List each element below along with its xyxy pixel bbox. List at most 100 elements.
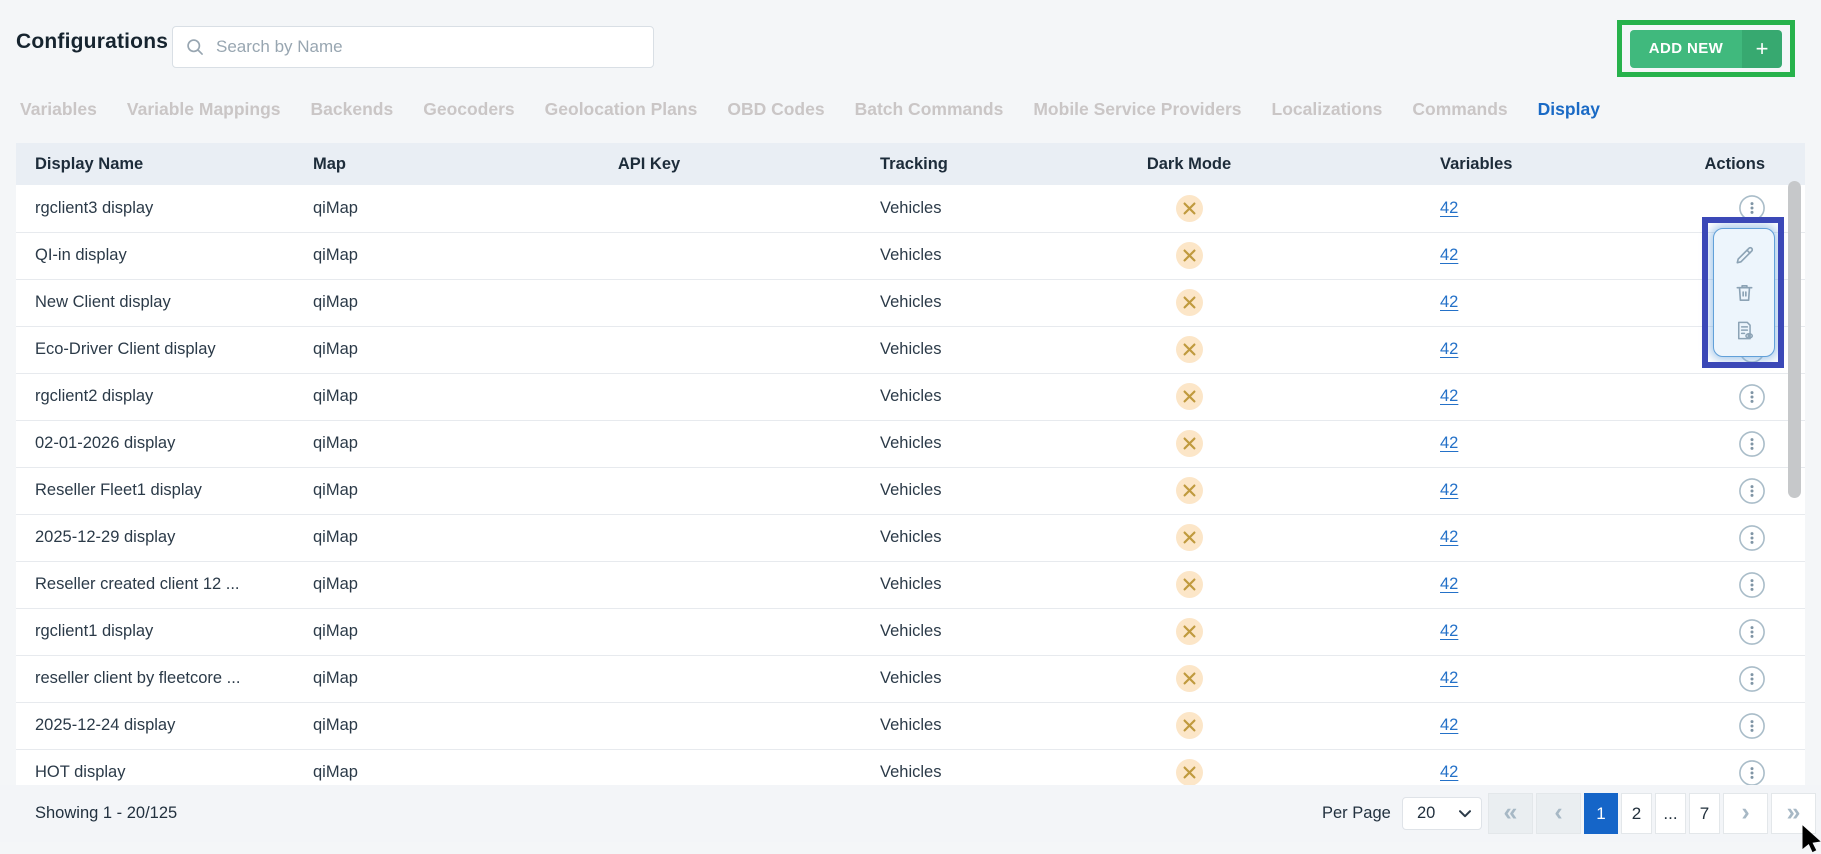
dark-mode-cell [1054,749,1324,785]
page-number-button[interactable]: 7 [1689,793,1720,834]
column-header-variables: Variables [1324,143,1564,185]
tab[interactable]: Variables [20,99,97,120]
dark-mode-cell [1054,373,1324,421]
per-page-select[interactable]: 20 [1402,797,1482,830]
api-key-cell [484,702,814,750]
dark-mode-off-icon [1175,336,1203,363]
map-cell: qiMap [294,655,484,703]
add-new-button[interactable]: ADD NEW + [1630,29,1782,68]
page-number-button[interactable]: 2 [1621,793,1652,834]
column-header-tracking: Tracking [814,143,1054,185]
document-eye-icon [1733,321,1756,346]
dark-mode-cell [1054,420,1324,468]
page-title: Configurations [16,30,169,53]
variables-count-link[interactable]: 42 [1440,622,1458,640]
table-row: 02-01-2026 display qiMap Vehicles 42 [16,420,1805,468]
row-actions-kebab-icon[interactable] [1739,618,1765,645]
display-name-cell: 2025-12-29 display [16,514,294,562]
variables-count-link[interactable]: 42 [1440,293,1458,311]
map-cell: qiMap [294,373,484,421]
display-name-cell: 2025-12-24 display [16,702,294,750]
tab[interactable]: Display [1538,99,1600,120]
dark-mode-off-icon [1175,477,1203,504]
tab[interactable]: Batch Commands [855,99,1004,120]
api-key-cell [484,608,814,656]
map-cell: qiMap [294,749,484,785]
variables-count-link[interactable]: 42 [1440,528,1458,546]
table-row: New Client display qiMap Vehicles 42 [16,279,1805,327]
row-actions-kebab-icon[interactable] [1739,195,1765,222]
tab[interactable]: OBD Codes [727,99,824,120]
variables-count-link[interactable]: 42 [1440,340,1458,358]
variables-count-link[interactable]: 42 [1440,763,1458,781]
delete-button[interactable] [1733,281,1756,304]
column-header-api-key: API Key [484,143,814,185]
variables-count-link[interactable]: 42 [1440,387,1458,405]
table-row: 2025-12-24 display qiMap Vehicles 42 [16,702,1805,750]
api-key-cell [484,326,814,374]
variables-count-link[interactable]: 42 [1440,575,1458,593]
add-new-label: ADD NEW [1630,29,1742,68]
dark-mode-off-icon [1175,242,1203,269]
dark-mode-cell [1054,185,1324,233]
variables-count-link[interactable]: 42 [1440,246,1458,264]
api-key-cell [484,467,814,515]
row-actions-kebab-icon[interactable] [1739,430,1765,457]
row-actions-menu [1713,228,1775,357]
api-key-cell [484,561,814,609]
dark-mode-off-icon [1175,618,1203,645]
tracking-cell: Vehicles [814,514,1054,562]
dark-mode-cell [1054,279,1324,327]
page-number-button[interactable]: 1 [1584,793,1618,834]
row-actions-kebab-icon[interactable] [1739,759,1765,785]
table-row: rgclient3 display qiMap Vehicles 42 [16,185,1805,233]
tab[interactable]: Localizations [1272,99,1383,120]
variables-count-link[interactable]: 42 [1440,669,1458,687]
row-actions-kebab-icon[interactable] [1739,383,1765,410]
api-key-cell [484,185,814,233]
dark-mode-off-icon [1175,712,1203,739]
first-page-button[interactable]: « [1488,793,1533,834]
pencil-icon [1733,246,1756,271]
table-row: Eco-Driver Client display qiMap Vehicles… [16,326,1805,374]
view-details-button[interactable] [1733,319,1756,342]
tab[interactable]: Commands [1412,99,1507,120]
page-number-button[interactable]: ... [1655,793,1686,834]
vertical-scrollbar-thumb[interactable] [1788,181,1801,498]
tab[interactable]: Mobile Service Providers [1033,99,1241,120]
row-actions-kebab-icon[interactable] [1739,477,1765,504]
row-actions-kebab-icon[interactable] [1739,712,1765,739]
display-name-cell: QI-in display [16,232,294,280]
search-box [172,26,654,68]
map-cell: qiMap [294,232,484,280]
search-input[interactable] [216,37,641,57]
dark-mode-cell [1054,514,1324,562]
tab[interactable]: Geolocation Plans [545,99,698,120]
table-header-row: Display Name Map API Key Tracking Dark M… [16,143,1805,185]
dark-mode-off-icon [1175,759,1203,785]
variables-count-link[interactable]: 42 [1440,434,1458,452]
row-actions-kebab-icon[interactable] [1739,524,1765,551]
row-actions-kebab-icon[interactable] [1739,571,1765,598]
next-page-button[interactable]: › [1723,793,1768,834]
map-cell: qiMap [294,326,484,374]
previous-page-button[interactable]: ‹ [1536,793,1581,834]
tracking-cell: Vehicles [814,232,1054,280]
display-name-cell: 02-01-2026 display [16,420,294,468]
variables-count-link[interactable]: 42 [1440,716,1458,734]
map-cell: qiMap [294,467,484,515]
display-name-cell: rgclient3 display [16,185,294,233]
variables-count-link[interactable]: 42 [1440,199,1458,217]
variables-count-link[interactable]: 42 [1440,481,1458,499]
api-key-cell [484,514,814,562]
dark-mode-cell [1054,561,1324,609]
tracking-cell: Vehicles [814,326,1054,374]
tab[interactable]: Geocoders [423,99,514,120]
tab[interactable]: Variable Mappings [127,99,281,120]
showing-range-text: Showing 1 - 20/125 [35,804,178,822]
edit-button[interactable] [1733,244,1756,267]
tab[interactable]: Backends [311,99,394,120]
tracking-cell: Vehicles [814,655,1054,703]
dark-mode-cell [1054,467,1324,515]
row-actions-kebab-icon[interactable] [1739,665,1765,692]
